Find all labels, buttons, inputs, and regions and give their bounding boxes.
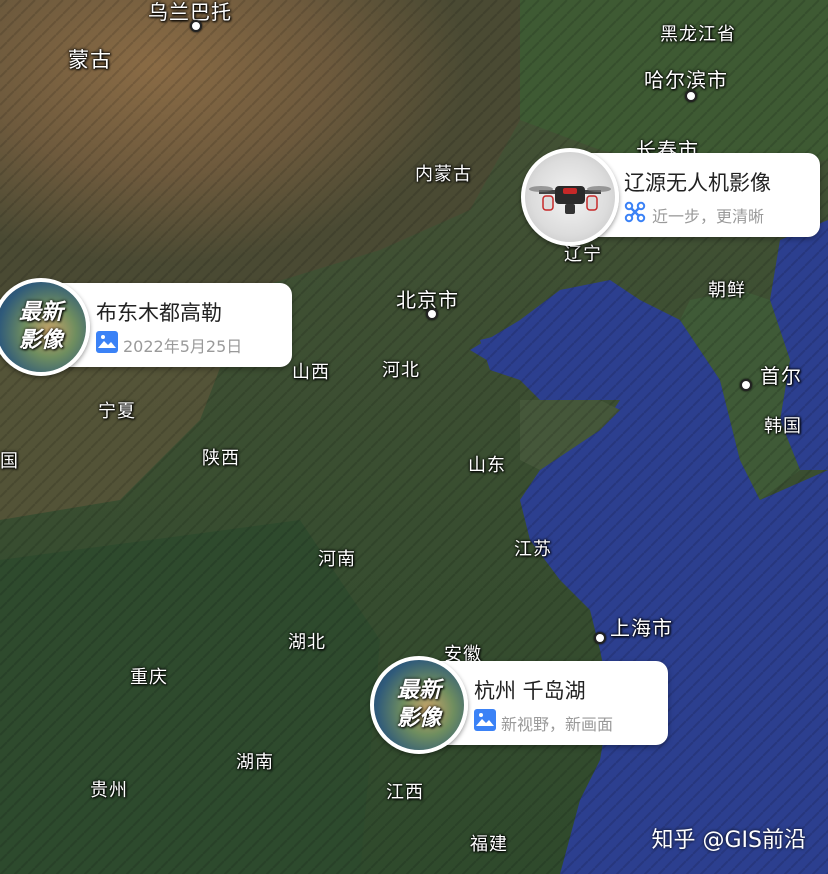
city-dot-wulanbatuo [190,20,202,32]
map-label-chongqing: 重庆 [130,667,168,688]
card-title: 辽源无人机影像 [624,171,771,195]
map-label-heilongjiang: 黑龙江省 [660,24,736,45]
badge-line-2: 影像 [396,706,441,731]
map-label-hubei: 湖北 [288,632,326,653]
card-title: 杭州 千岛湖 [474,679,586,703]
drone-icon [624,201,646,223]
badge-line-2: 影像 [18,328,63,353]
map-label-hunan: 湖南 [236,752,274,773]
image-icon [474,709,496,731]
city-dot-shanghai [594,632,606,644]
map-label-harbin: 哈尔滨市 [644,68,728,92]
map-label-hanguo: 韩国 [764,416,802,437]
map-label-mongolia: 蒙古 [68,48,112,72]
badge-line-1: 最新 [396,678,441,703]
drone-thumbnail[interactable] [521,148,619,246]
city-dot-shouer [740,379,752,391]
watermark: 知乎 @GIS前沿 [651,828,807,853]
card-title: 布东木都高勒 [96,301,222,325]
map-label-guizhou: 贵州 [90,780,128,801]
latest-imagery-badge[interactable]: 最新 影像 [370,656,468,754]
card-subtitle: 新视野，新画面 [501,715,614,734]
map-label-shandong: 山东 [468,455,506,476]
card-subtitle: 2022年5月25日 [123,337,243,356]
map-label-shouer: 首尔 [760,364,802,388]
map-label-shanxi: 山西 [292,362,330,383]
image-icon [96,331,118,353]
map-label-shaanxi: 陕西 [202,448,240,469]
card-subtitle: 近一步，更清晰 [652,207,765,226]
map-label-henan: 河南 [318,549,356,570]
map-label-ningxia: 宁夏 [98,401,136,422]
badge-line-1: 最新 [18,300,63,325]
map-label-hebei: 河北 [382,360,420,381]
map-label-wulanbatuo: 乌兰巴托 [148,0,232,24]
map-label-jiangsu: 江苏 [514,539,552,560]
map-label-shanghai: 上海市 [610,616,673,640]
map-label-chaoxian: 朝鲜 [708,280,746,301]
map-label-jiangxi: 江西 [386,782,424,803]
satellite-map[interactable]: 乌兰巴托 蒙古 黑龙江省 哈尔滨市 长春市 内蒙古 辽宁 北京市 朝鲜 山西 河… [0,0,828,874]
city-dot-beijing [426,308,438,320]
map-label-fujian: 福建 [470,834,508,855]
drone-image [529,186,611,214]
city-dot-harbin [685,90,697,102]
map-label-edge-guo: 国 [0,451,19,472]
map-label-neimenggu: 内蒙古 [415,164,472,185]
